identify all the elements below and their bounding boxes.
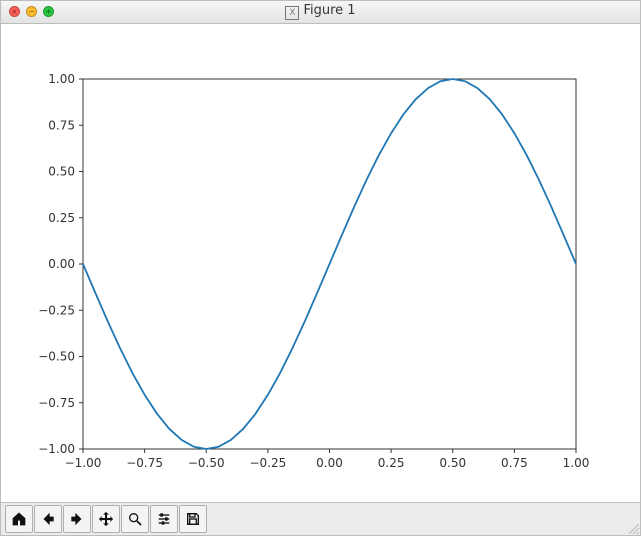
plot-canvas[interactable]: −1.00 −0.75 −0.50 −0.25 0.00 0.25 0.50 0.75 1.00… — [1, 24, 640, 502]
window-controls: × − + — [1, 6, 54, 17]
y-tick-label: −1.00 — [38, 442, 75, 456]
titlebar: × − + X Figure 1 — [1, 1, 640, 24]
y-tick-label: 0.50 — [48, 164, 75, 178]
line-chart: −1.00 −0.75 −0.50 −0.25 0.00 0.25 0.50 0.75 1.00… — [1, 24, 640, 502]
move-icon — [98, 511, 114, 527]
matplotlib-toolbar — [1, 502, 640, 535]
x-tick-label: −0.50 — [188, 456, 225, 470]
x-tick-label: −0.75 — [126, 456, 163, 470]
sliders-icon — [156, 511, 172, 527]
window-title: X Figure 1 — [1, 3, 640, 20]
magnifier-icon — [127, 511, 143, 527]
forward-button[interactable] — [63, 505, 91, 533]
x-tick-label: 0.00 — [316, 456, 343, 470]
y-tick-label: 0.25 — [48, 210, 75, 224]
home-button[interactable] — [5, 505, 33, 533]
save-icon — [185, 511, 201, 527]
x-tick-label: 0.50 — [439, 456, 466, 470]
window-title-text: Figure 1 — [303, 3, 355, 18]
minimize-button[interactable]: − — [26, 6, 37, 17]
close-button[interactable]: × — [9, 6, 20, 17]
y-tick-label: −0.25 — [38, 303, 75, 317]
configure-button[interactable] — [150, 505, 178, 533]
maximize-button[interactable]: + — [43, 6, 54, 17]
save-button[interactable] — [179, 505, 207, 533]
x-tick-label: −1.00 — [65, 456, 102, 470]
x-tick-label: 0.75 — [501, 456, 528, 470]
data-series — [83, 79, 576, 449]
y-tick-label: −0.75 — [38, 395, 75, 409]
x-tick-label: 1.00 — [563, 456, 590, 470]
y-tick-label: 0.00 — [48, 257, 75, 271]
x-tick-label: 0.25 — [378, 456, 405, 470]
zoom-button[interactable] — [121, 505, 149, 533]
y-tick-label: 0.75 — [48, 118, 75, 132]
pan-button[interactable] — [92, 505, 120, 533]
home-icon — [11, 511, 27, 527]
figure-window: × − + XFigure 1 −1.00−0.75−0.50−0.250.00… — [0, 0, 641, 536]
app-icon: X — [285, 6, 299, 20]
arrow-left-icon — [40, 511, 56, 527]
y-tick-label: 1.00 — [48, 72, 75, 86]
back-button[interactable] — [34, 505, 62, 533]
y-tick-label: −0.50 — [38, 349, 75, 363]
arrow-right-icon — [69, 511, 85, 527]
resize-grip-icon[interactable] — [627, 522, 639, 534]
x-tick-label: −0.25 — [249, 456, 286, 470]
